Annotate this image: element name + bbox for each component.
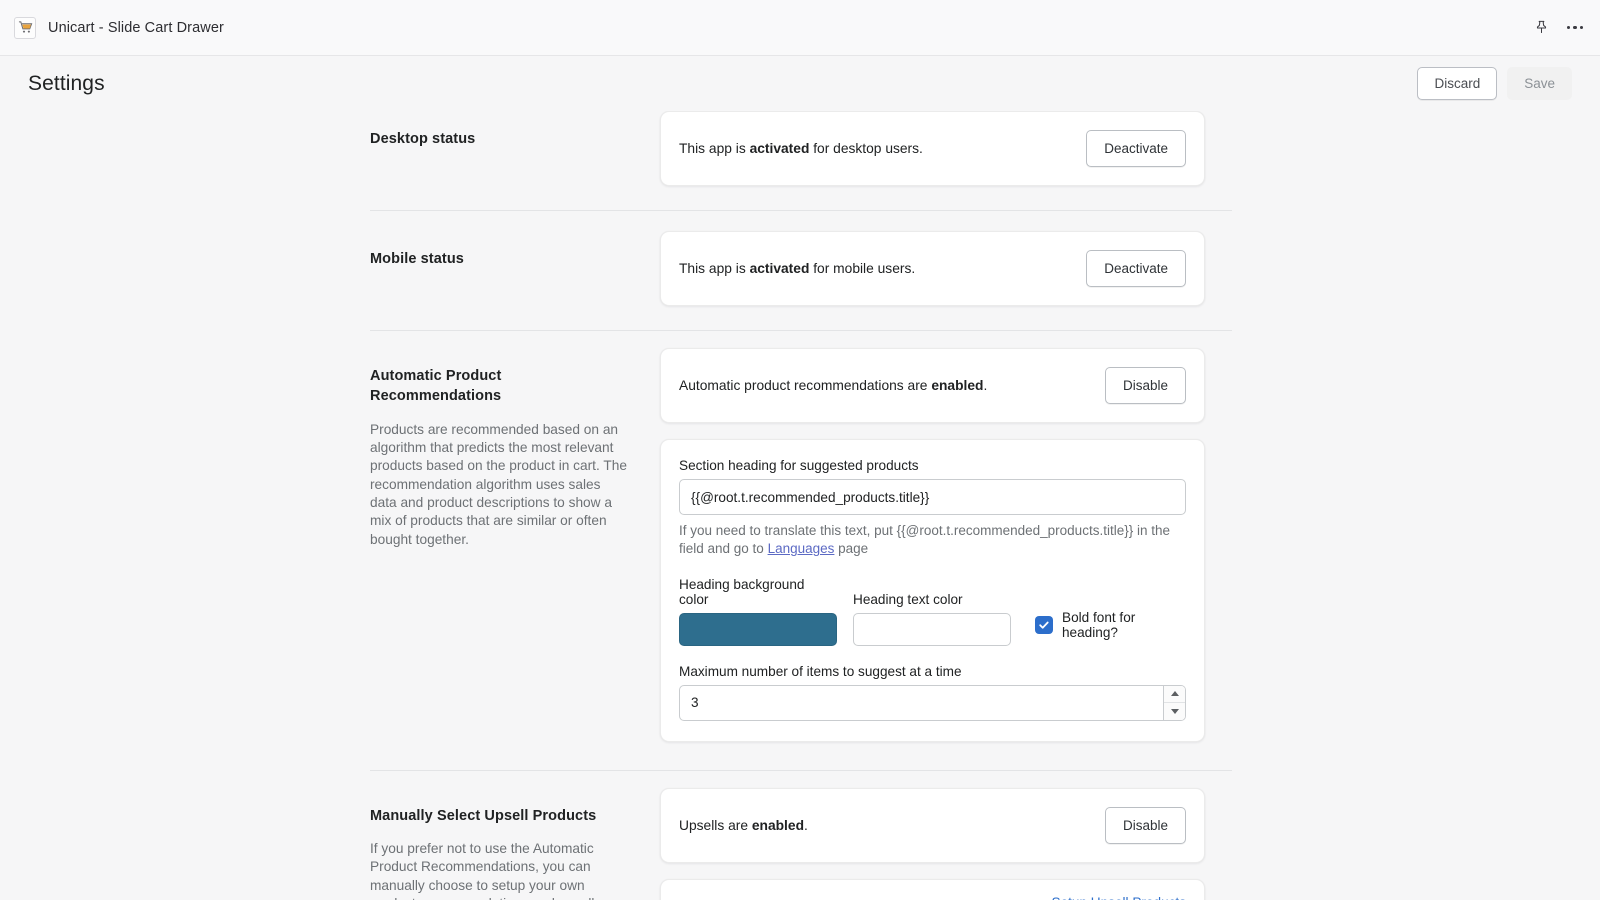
chevron-down-icon xyxy=(1171,709,1179,714)
heading-text-color-field: Heading text color xyxy=(853,592,1011,646)
divider xyxy=(370,330,1232,331)
languages-link[interactable]: Languages xyxy=(768,541,835,556)
section-automatic-recommendations: Automatic Product Recommendations Produc… xyxy=(0,348,1600,758)
heading-bg-color-swatch[interactable] xyxy=(679,613,837,646)
heading-bg-color-label: Heading background color xyxy=(679,577,837,607)
auto-heading-input[interactable] xyxy=(679,479,1186,515)
section-label: Manually Select Upsell Products xyxy=(370,806,630,826)
max-items-stepper[interactable] xyxy=(1163,686,1185,720)
section-desktop-status-left: Desktop status xyxy=(370,111,660,202)
settings-content: Desktop status This app is activated for… xyxy=(0,111,1600,900)
bold-heading-checkbox-wrap[interactable]: Bold font for heading? xyxy=(1035,610,1186,646)
section-manual-upsells: Manually Select Upsell Products If you p… xyxy=(0,788,1600,900)
auto-recommendations-status-row: Automatic product recommendations are en… xyxy=(661,349,1204,422)
mobile-deactivate-button[interactable]: Deactivate xyxy=(1086,250,1186,287)
upsells-settings-card: Setup Upsell Products Section heading fo… xyxy=(660,879,1205,900)
auto-recommendations-settings-card: Section heading for suggested products I… xyxy=(660,439,1205,742)
settings-scroll-area[interactable]: Desktop status This app is activated for… xyxy=(0,111,1600,900)
section-description: Products are recommended based on an alg… xyxy=(370,421,630,550)
max-items-stepper-wrap xyxy=(679,685,1186,721)
section-label: Automatic Product Recommendations xyxy=(370,366,630,407)
bold-heading-label[interactable]: Bold font for heading? xyxy=(1062,610,1186,640)
app-title: Unicart - Slide Cart Drawer xyxy=(48,20,224,36)
desktop-status-row: This app is activated for desktop users.… xyxy=(661,112,1204,185)
section-manual-upsells-left: Manually Select Upsell Products If you p… xyxy=(370,788,660,900)
auto-heading-field-label: Section heading for suggested products xyxy=(679,458,1186,473)
bold-heading-checkbox[interactable] xyxy=(1035,616,1053,634)
divider xyxy=(370,210,1232,211)
save-button[interactable]: Save xyxy=(1507,67,1572,101)
auto-recommendations-status-card: Automatic product recommendations are en… xyxy=(660,348,1205,423)
heading-text-color-label: Heading text color xyxy=(853,592,1011,607)
mobile-status-card: This app is activated for mobile users. … xyxy=(660,231,1205,306)
upsells-disable-button[interactable]: Disable xyxy=(1105,807,1186,844)
section-label: Mobile status xyxy=(370,249,630,269)
auto-recommendations-status-text: Automatic product recommendations are en… xyxy=(679,378,987,393)
upsells-status-card: Upsells are enabled. Disable xyxy=(660,788,1205,863)
stepper-decrement-button[interactable] xyxy=(1164,703,1185,720)
auto-heading-help-text: If you need to translate this text, put … xyxy=(679,522,1186,559)
section-automatic-recommendations-right: Automatic product recommendations are en… xyxy=(660,348,1205,758)
heading-color-row: Heading background color Heading text co… xyxy=(679,577,1186,646)
setup-upsell-products-link[interactable]: Setup Upsell Products xyxy=(1052,895,1187,900)
titlebar-controls xyxy=(1526,0,1590,55)
page-header: Settings Discard Save xyxy=(0,56,1600,111)
section-mobile-status-left: Mobile status xyxy=(370,231,660,322)
max-items-input[interactable] xyxy=(679,685,1186,721)
upsells-status-text: Upsells are enabled. xyxy=(679,818,808,833)
upsells-settings-body: Setup Upsell Products Section heading fo… xyxy=(661,880,1204,900)
shopping-cart-icon xyxy=(14,17,36,39)
section-desktop-status-right: This app is activated for desktop users.… xyxy=(660,111,1205,202)
desktop-status-text: This app is activated for desktop users. xyxy=(679,141,923,156)
window-titlebar: Unicart - Slide Cart Drawer xyxy=(0,0,1600,56)
header-actions: Discard Save xyxy=(1417,67,1572,101)
max-items-label: Maximum number of items to suggest at a … xyxy=(679,664,1186,679)
discard-button[interactable]: Discard xyxy=(1417,67,1497,101)
upsells-status-row: Upsells are enabled. Disable xyxy=(661,789,1204,862)
heading-text-color-swatch[interactable] xyxy=(853,613,1011,646)
desktop-deactivate-button[interactable]: Deactivate xyxy=(1086,130,1186,167)
desktop-status-card: This app is activated for desktop users.… xyxy=(660,111,1205,186)
mobile-status-row: This app is activated for mobile users. … xyxy=(661,232,1204,305)
pin-icon[interactable] xyxy=(1526,13,1556,43)
auto-recommendations-disable-button[interactable]: Disable xyxy=(1105,367,1186,404)
page-title: Settings xyxy=(28,72,105,96)
section-desktop-status: Desktop status This app is activated for… xyxy=(0,111,1600,202)
section-description: If you prefer not to use the Automatic P… xyxy=(370,840,630,900)
ellipsis-icon[interactable] xyxy=(1560,13,1590,43)
stepper-increment-button[interactable] xyxy=(1164,686,1185,704)
auto-recommendations-settings-body: Section heading for suggested products I… xyxy=(661,440,1204,741)
mobile-status-text: This app is activated for mobile users. xyxy=(679,261,915,276)
divider xyxy=(370,770,1232,771)
heading-bg-color-field: Heading background color xyxy=(679,577,837,646)
section-mobile-status-right: This app is activated for mobile users. … xyxy=(660,231,1205,322)
section-label: Desktop status xyxy=(370,129,630,149)
setup-upsell-products-link-row: Setup Upsell Products xyxy=(1052,894,1187,900)
chevron-up-icon xyxy=(1171,691,1179,696)
section-mobile-status: Mobile status This app is activated for … xyxy=(0,231,1600,322)
section-manual-upsells-right: Upsells are enabled. Disable Setup Upsel… xyxy=(660,788,1205,900)
section-automatic-recommendations-left: Automatic Product Recommendations Produc… xyxy=(370,348,660,758)
